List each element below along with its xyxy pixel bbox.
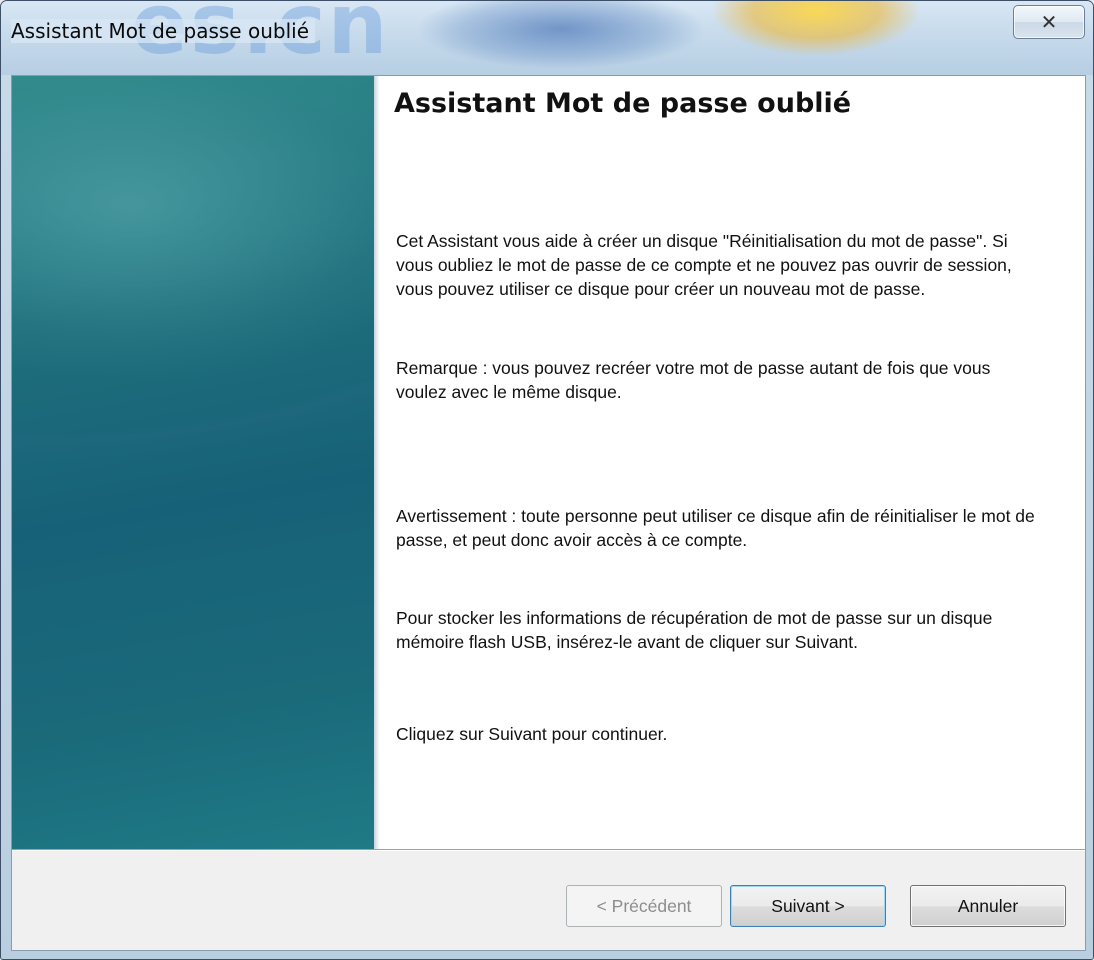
wizard-sidebar-banner — [12, 76, 374, 849]
sidebar-divider — [374, 76, 380, 849]
page-title: Assistant Mot de passe oublié — [394, 88, 852, 119]
window-title: Assistant Mot de passe oublié — [11, 19, 315, 43]
button-bar: < Précédent Suivant > Annuler — [12, 851, 1085, 950]
wizard-client-area: Assistant Mot de passe oublié Cet Assist… — [11, 75, 1086, 951]
back-button[interactable]: < Précédent — [566, 885, 722, 927]
intro-paragraph: Cet Assistant vous aide à créer un disqu… — [396, 231, 1012, 299]
cancel-button[interactable]: Annuler — [910, 885, 1066, 927]
warning-paragraph: Avertissement : toute personne peut util… — [396, 506, 1035, 550]
title-bar[interactable]: es.cn Assistant Mot de passe oublié ✕ — [1, 1, 1093, 75]
usb-paragraph: Pour stocker les informations de récupér… — [396, 608, 993, 652]
note-paragraph: Remarque : vous pouvez recréer votre mot… — [396, 358, 991, 402]
close-button[interactable]: ✕ — [1013, 5, 1085, 39]
continue-paragraph: Cliquez sur Suivant pour continuer. — [396, 724, 668, 744]
next-button[interactable]: Suivant > — [730, 885, 886, 927]
close-icon: ✕ — [1040, 10, 1058, 34]
wizard-window: es.cn Assistant Mot de passe oublié ✕ As… — [0, 0, 1094, 960]
